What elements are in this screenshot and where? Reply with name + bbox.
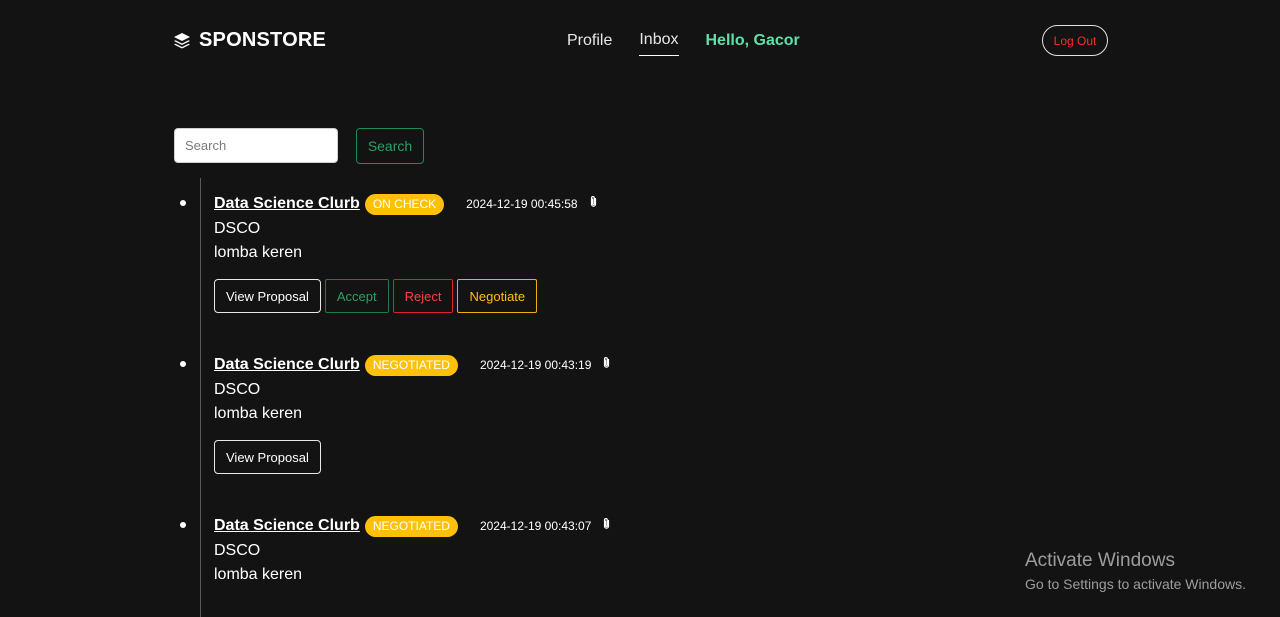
message-title-link[interactable]: Data Science Clurb (214, 195, 360, 213)
message-sender: DSCO (214, 542, 261, 559)
message-title-link[interactable]: Data Science Clurb (214, 517, 360, 535)
message-sender: DSCO (214, 220, 261, 237)
status-badge: ON CHECK (364, 193, 445, 215)
brand-name: SPONSTORE (199, 29, 327, 51)
list-bullet (180, 522, 186, 528)
paperclip-icon[interactable] (602, 517, 611, 535)
message-timestamp: 2024-12-19 00:43:07 (479, 519, 592, 533)
nav-links: Profile Inbox Hello, Gacor (567, 31, 800, 56)
list-bullet (180, 200, 186, 206)
message-actions: View Proposal (214, 440, 873, 474)
accept-button[interactable]: Accept (324, 279, 389, 313)
message-body: lomba keren (214, 566, 303, 583)
list-item: Data Science Clurb ON CHECK 2024-12-19 0… (180, 178, 873, 336)
message-header: Data Science Clurb ON CHECK 2024-12-19 0… (214, 191, 873, 217)
status-badge: NEGOTIATED (364, 354, 458, 376)
nav-link-profile[interactable]: Profile (567, 32, 612, 56)
negotiate-button[interactable]: Negotiate (457, 279, 538, 313)
search-button[interactable]: Search (356, 128, 424, 164)
message-timestamp: 2024-12-19 00:43:19 (479, 358, 592, 372)
message-header: Data Science Clurb NEGOTIATED 2024-12-19… (214, 352, 873, 378)
view-proposal-button[interactable]: View Proposal (214, 279, 321, 313)
paperclip-icon[interactable] (589, 195, 598, 213)
brand-logo[interactable]: SPONSTORE (173, 29, 326, 52)
inbox-list: Data Science Clurb ON CHECK 2024-12-19 0… (173, 178, 873, 617)
message-body: lomba keren (214, 244, 303, 261)
navbar: SPONSTORE Profile Inbox Hello, Gacor Log… (0, 0, 1280, 84)
message-header: Data Science Clurb NEGOTIATED 2024-12-19… (214, 513, 873, 539)
logout-button[interactable]: Log Out (1042, 25, 1108, 56)
reject-button[interactable]: Reject (392, 279, 454, 313)
message-timestamp: 2024-12-19 00:45:58 (466, 197, 578, 211)
layers-icon (173, 32, 191, 49)
message-title-link[interactable]: Data Science Clurb (214, 356, 360, 374)
list-bullet (180, 361, 186, 367)
list-item: Data Science Clurb NEGOTIATED 2024-12-19… (180, 497, 873, 617)
view-proposal-button[interactable]: View Proposal (214, 440, 321, 474)
message-sender: DSCO (214, 381, 261, 398)
status-badge: NEGOTIATED (364, 515, 458, 537)
watermark-title: Activate Windows (1025, 550, 1175, 571)
nav-link-inbox[interactable]: Inbox (639, 31, 679, 56)
watermark-subtitle: Go to Settings to activate Windows. (1025, 576, 1246, 592)
paperclip-icon[interactable] (602, 356, 611, 374)
activate-windows-watermark: Activate Windows Go to Settings to activ… (1025, 550, 1246, 594)
message-body: lomba keren (214, 405, 303, 422)
list-item: Data Science Clurb NEGOTIATED 2024-12-19… (180, 336, 873, 497)
message-actions: View Proposal Accept Reject Negotiate (214, 279, 873, 313)
user-greeting: Hello, Gacor (705, 31, 800, 49)
search-input[interactable] (174, 128, 338, 163)
